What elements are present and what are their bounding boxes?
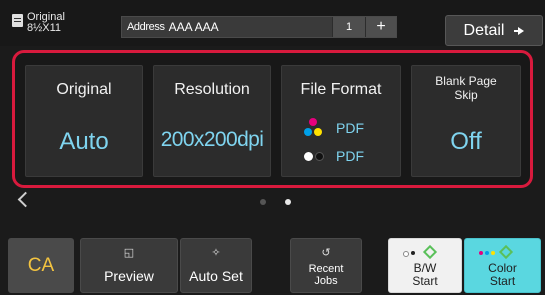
address-value[interactable]: AAA AAA: [169, 20, 332, 34]
add-address-button[interactable]: +: [365, 17, 396, 37]
pager-dot-1[interactable]: [260, 199, 266, 205]
recent-jobs-label-line2: Jobs: [314, 275, 338, 287]
bw-dots-icon: [403, 251, 415, 257]
top-bar: Original 8½X11 Address AAA AAA 1 + Detai…: [0, 0, 545, 46]
original-key-title: Original: [56, 81, 112, 98]
original-key[interactable]: Original Auto: [25, 65, 143, 177]
blank-page-skip-title-line1: Blank Page: [435, 74, 497, 88]
blank-page-skip-title-line2: Skip: [454, 88, 478, 102]
address-field[interactable]: Address AAA AAA 1 +: [121, 16, 397, 38]
preview-label: Preview: [104, 268, 154, 284]
settings-panel: Original Auto Resolution 200x200dpi File…: [12, 50, 533, 188]
bw-dots-icon: [304, 151, 324, 161]
file-format-color-row: PDF: [304, 118, 364, 138]
auto-set-label: Auto Set: [189, 268, 243, 284]
file-format-bw-row: PDF: [304, 148, 364, 164]
start-diamond-icon: [498, 244, 514, 260]
bottom-bar: CA ◱ Preview ✧ Auto Set ↺ Recent Jobs B/…: [0, 235, 545, 295]
address-count: 1: [332, 17, 365, 37]
resolution-key[interactable]: Resolution 200x200dpi: [153, 65, 271, 177]
original-key-value: Auto: [59, 128, 109, 155]
preview-button[interactable]: ◱ Preview: [80, 238, 178, 293]
detail-button[interactable]: Detail: [445, 15, 543, 46]
file-format-key[interactable]: File Format PDF PDF: [281, 65, 401, 177]
detail-label: Detail: [463, 21, 505, 39]
resolution-key-value: 200x200dpi: [160, 128, 264, 151]
file-format-color-value: PDF: [336, 120, 364, 136]
arrow-right-icon: [514, 26, 525, 36]
start-diamond-icon: [422, 244, 438, 260]
recent-jobs-button[interactable]: ↺ Recent Jobs: [290, 238, 362, 293]
resolution-key-title: Resolution: [174, 81, 250, 98]
color-dots-icon: [479, 251, 495, 255]
chevron-left-icon[interactable]: [17, 191, 34, 208]
file-format-bw-value: PDF: [336, 148, 364, 164]
auto-set-icon: ✧: [211, 247, 221, 259]
color-start-button[interactable]: Color Start: [464, 238, 541, 293]
recent-jobs-label-line1: Recent: [308, 263, 344, 275]
file-format-key-title: File Format: [300, 81, 382, 98]
original-size-indicator[interactable]: Original 8½X11: [12, 12, 65, 34]
color-dots-icon: [304, 118, 324, 138]
ca-button[interactable]: CA: [8, 238, 74, 293]
bw-start-button[interactable]: B/W Start: [388, 238, 462, 293]
recent-jobs-icon: ↺: [321, 247, 331, 259]
preview-icon: ◱: [123, 247, 135, 259]
blank-page-skip-key[interactable]: Blank Page Skip Off: [411, 65, 521, 177]
color-start-line2: Start: [489, 274, 516, 288]
ca-label: CA: [27, 254, 55, 276]
auto-set-button[interactable]: ✧ Auto Set: [180, 238, 252, 293]
pager-dot-2[interactable]: [285, 199, 291, 205]
address-label: Address: [127, 21, 165, 33]
bw-start-line2: Start: [412, 274, 438, 288]
document-icon: [12, 14, 23, 27]
original-size: 8½X11: [27, 22, 62, 34]
blank-page-skip-value: Off: [450, 128, 482, 155]
